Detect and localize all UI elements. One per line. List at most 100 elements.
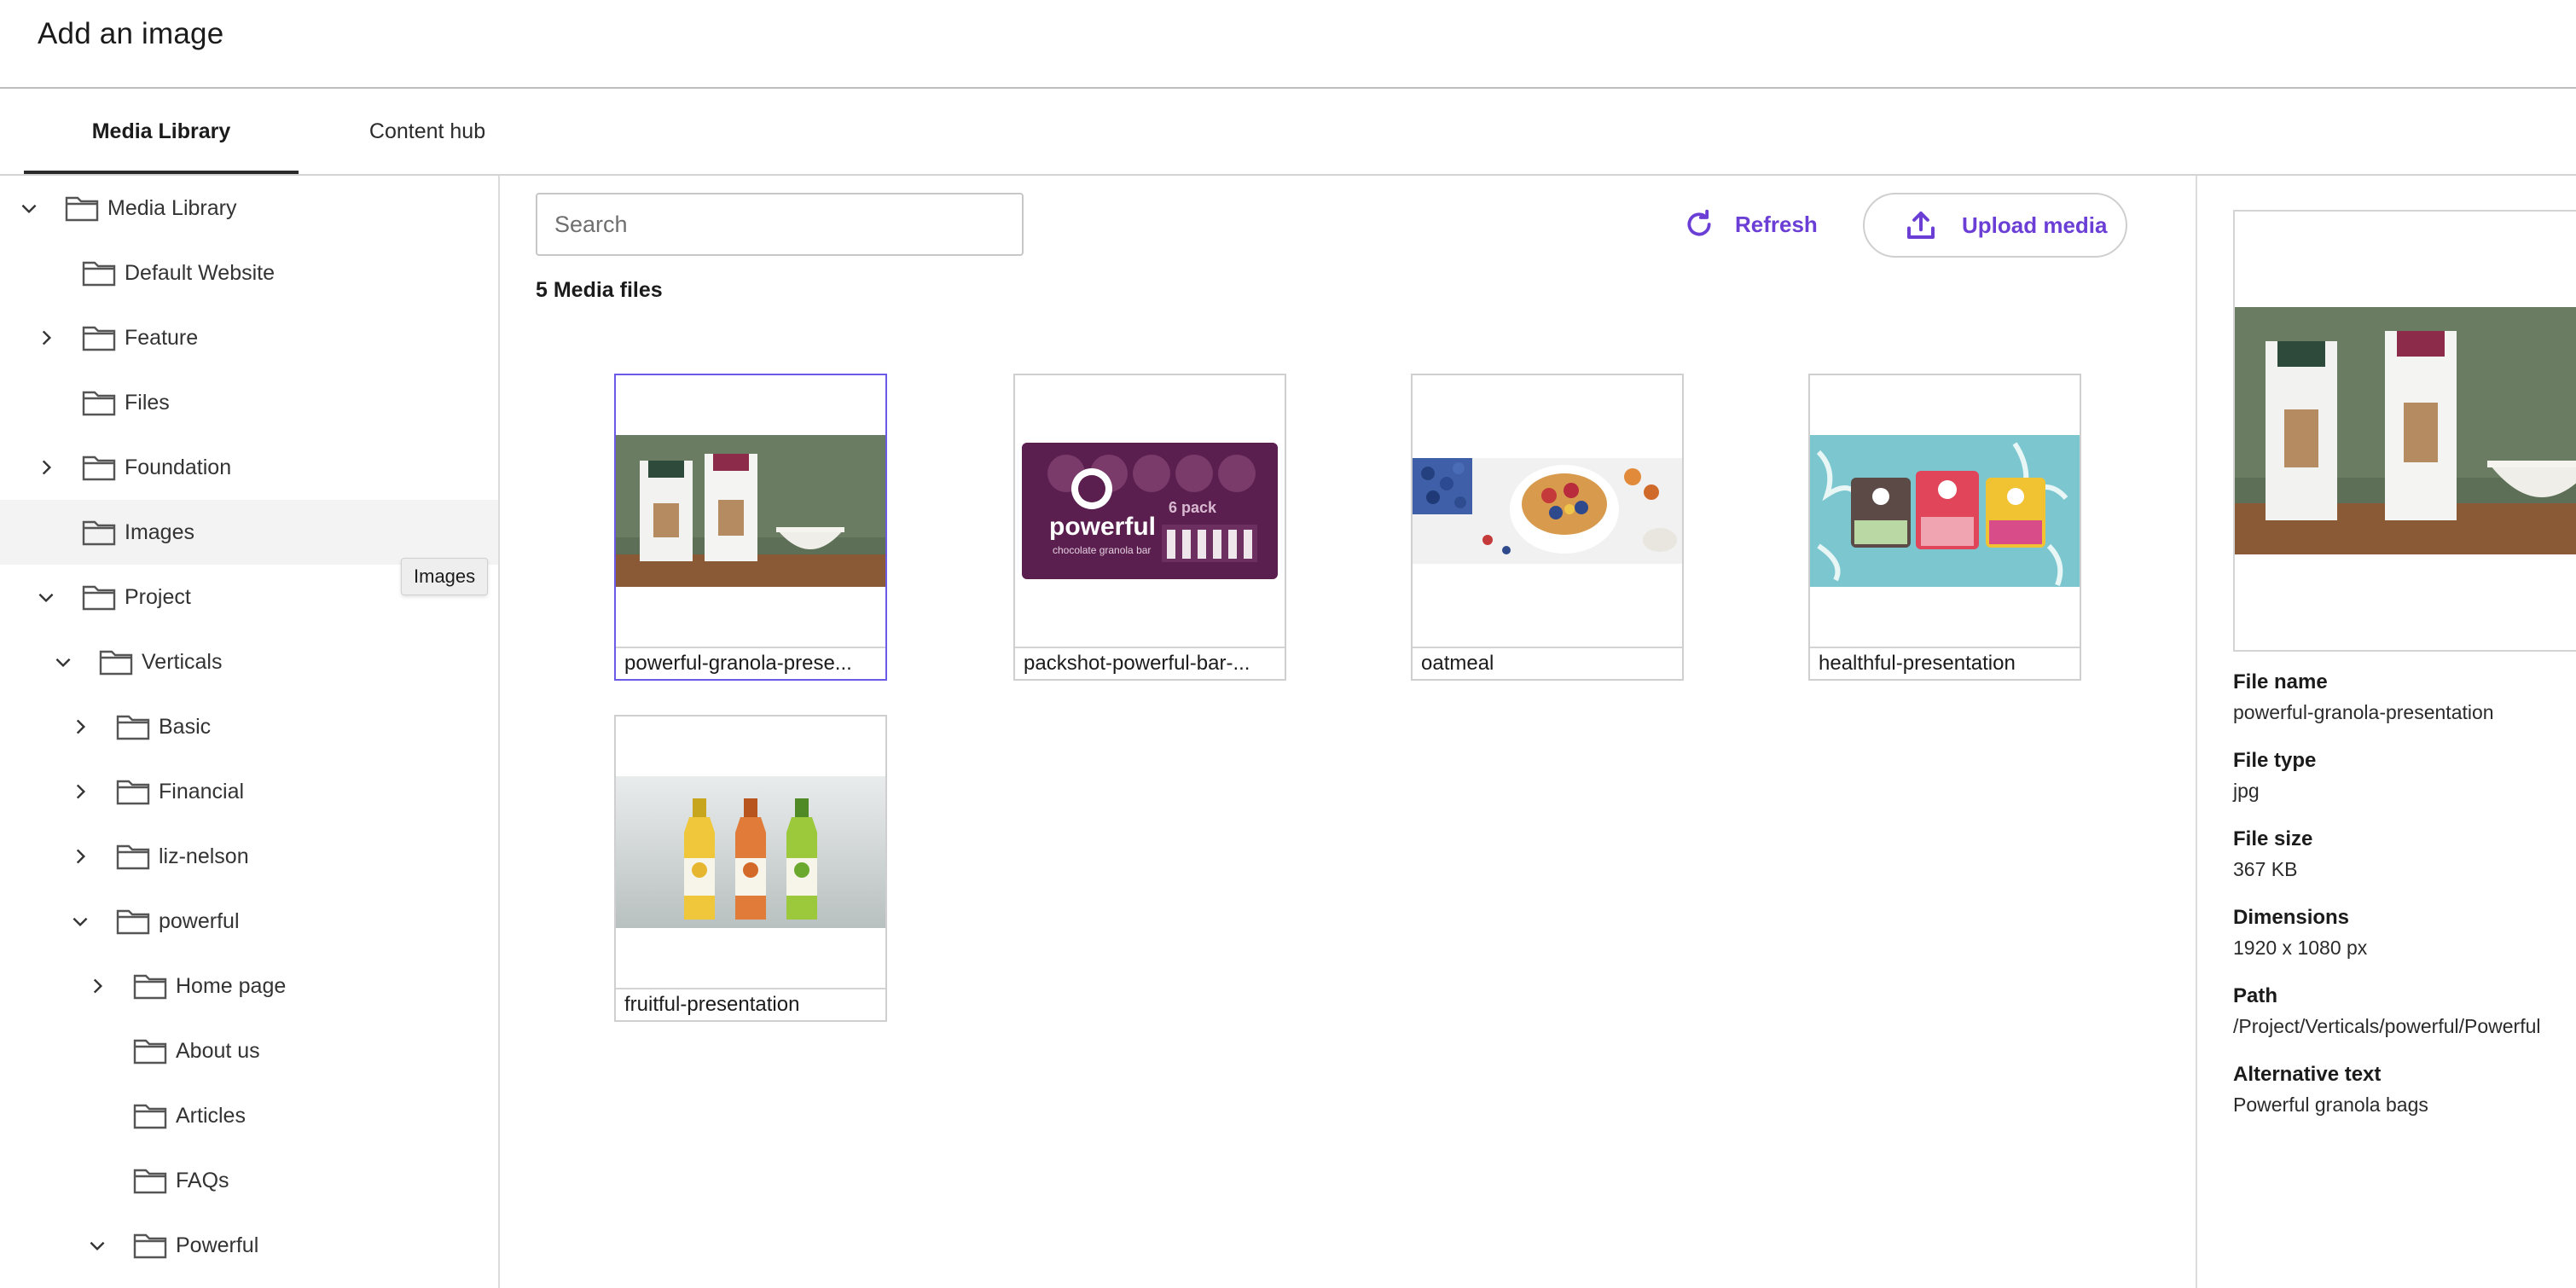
prop-label: File size (2233, 827, 2313, 850)
tree-item-feature[interactable]: Feature (0, 305, 498, 370)
upload-media-button[interactable]: Upload media (1863, 193, 2127, 258)
thumbnail-image (616, 717, 885, 988)
tree-item-default-website[interactable]: Default Website (0, 241, 498, 305)
tree-item-label: Foundation (125, 455, 232, 479)
prop-file-size: File size 367 KB (2233, 827, 2576, 881)
tree-item-label: Default Website (125, 260, 276, 285)
folder-icon (133, 1102, 167, 1129)
media-name: oatmeal (1413, 647, 1682, 679)
folder-icon (133, 1037, 167, 1065)
chevron-down-icon[interactable] (12, 191, 46, 225)
tree-item-label: FAQs (176, 1168, 229, 1192)
media-name: fruitful-presentation (616, 988, 885, 1020)
chevron-right-icon[interactable] (29, 450, 63, 484)
folder-icon (133, 1232, 167, 1259)
refresh-label: Refresh (1735, 211, 1818, 237)
media-name: powerful-granola-prese... (616, 647, 885, 679)
folder-icon (116, 908, 150, 935)
media-name: healthful-presentation (1810, 647, 2080, 679)
tree-item-label: liz-nelson (159, 844, 249, 868)
prop-label: File type (2233, 749, 2317, 772)
chevron-down-icon[interactable] (29, 580, 63, 614)
tree-item-about-us[interactable]: About us (0, 1018, 498, 1083)
folder-icon (99, 648, 133, 676)
prop-path: Path /Project/Verticals/powerful/Powerfu… (2233, 984, 2576, 1038)
media-card[interactable]: powerful chocolate granola bar 6 pack pa… (1013, 374, 1286, 681)
chevron-right-icon[interactable] (80, 969, 114, 1003)
folder-icon (82, 454, 116, 481)
tree-item-label: About us (176, 1038, 260, 1063)
chevron-right-icon[interactable] (63, 839, 97, 873)
folder-icon (82, 583, 116, 611)
tree-item-label: powerful (159, 908, 240, 933)
media-card[interactable]: fruitful-presentation (614, 715, 887, 1022)
tree-item-articles[interactable]: Articles (0, 1083, 498, 1148)
chevron-down-icon[interactable] (46, 645, 80, 679)
preview-image (2233, 210, 2576, 652)
folder-icon (116, 778, 150, 805)
tree-item-home-page[interactable]: Home page (0, 954, 498, 1018)
svg-text:powerful: powerful (1049, 513, 1156, 541)
details-panel: File name powerful-granola-presentation … (2196, 176, 2576, 1288)
tree-item-basic[interactable]: Basic (0, 694, 498, 759)
prop-dimensions: Dimensions 1920 x 1080 px (2233, 906, 2576, 960)
tree-item-label: Verticals (142, 649, 223, 674)
tree-item-faqs[interactable]: FAQs (0, 1148, 498, 1213)
chevron-right-icon[interactable] (63, 710, 97, 744)
refresh-button[interactable]: Refresh (1679, 193, 1849, 256)
thumbnail-image: powerful chocolate granola bar 6 pack (1015, 375, 1285, 647)
tree-item-media-library[interactable]: Media Library (0, 176, 498, 241)
tab-content-hub[interactable]: Content hub (299, 89, 556, 174)
prop-label: Alternative text (2233, 1063, 2382, 1086)
folder-icon (133, 972, 167, 1000)
tree-item-label: Media Library (107, 195, 237, 220)
prop-value: 1920 x 1080 px (2233, 937, 2368, 959)
tree-item-files[interactable]: Files (0, 370, 498, 435)
svg-text:6 pack: 6 pack (1169, 499, 1217, 516)
tree-item-foundation[interactable]: Foundation (0, 435, 498, 500)
chevron-down-icon[interactable] (63, 904, 97, 938)
media-card[interactable]: oatmeal (1411, 374, 1684, 681)
tree-item-liz-nelson[interactable]: liz-nelson (0, 824, 498, 889)
folder-icon (82, 324, 116, 351)
prop-value: powerful-granola-presentation (2233, 701, 2494, 723)
tab-media-library[interactable]: Media Library (24, 89, 299, 174)
tree-item-powerful[interactable]: powerful (0, 889, 498, 954)
tree-item-label: Project (125, 584, 191, 609)
prop-value: jpg (2233, 780, 2260, 802)
tree-item-financial[interactable]: Financial (0, 759, 498, 824)
upload-icon (1900, 205, 1941, 246)
folder-tree: Media Library Default Website Feature Fi… (0, 176, 500, 1288)
search-input[interactable] (536, 193, 1024, 256)
tooltip: Images (401, 558, 489, 595)
thumbnail-image (616, 375, 885, 647)
folder-icon (116, 843, 150, 870)
thumbnail-image (1413, 375, 1682, 647)
media-card[interactable]: powerful-granola-prese... (614, 374, 887, 681)
tree-item-label: Powerful (176, 1233, 259, 1257)
tree-item-label: Articles (176, 1103, 246, 1128)
chevron-right-icon[interactable] (29, 321, 63, 355)
chevron-down-icon[interactable] (80, 1228, 114, 1262)
media-name: packshot-powerful-bar-... (1015, 647, 1285, 679)
chevron-right-icon[interactable] (63, 775, 97, 809)
prop-file-type: File type jpg (2233, 749, 2576, 803)
tree-item-images[interactable]: Images (0, 500, 498, 565)
folder-icon (82, 519, 116, 546)
prop-label: File name (2233, 670, 2328, 693)
folder-icon (65, 194, 99, 222)
tree-item-verticals[interactable]: Verticals (0, 629, 498, 694)
tree-item-label: Feature (125, 325, 199, 350)
tree-item-label: Images (125, 519, 194, 544)
tree-item-powerful-sub[interactable]: Powerful (0, 1213, 498, 1278)
tree-item-label: Basic (159, 714, 212, 739)
prop-label: Dimensions (2233, 906, 2350, 929)
thumbnail-image (1810, 375, 2080, 647)
tree-item-label: Files (125, 390, 170, 415)
svg-text:chocolate granola bar: chocolate granola bar (1053, 544, 1151, 556)
media-count: 5 Media files (536, 278, 663, 302)
prop-label: Path (2233, 984, 2278, 1007)
folder-icon (116, 713, 150, 740)
folder-icon (82, 389, 116, 416)
media-card[interactable]: healthful-presentation (1808, 374, 2081, 681)
